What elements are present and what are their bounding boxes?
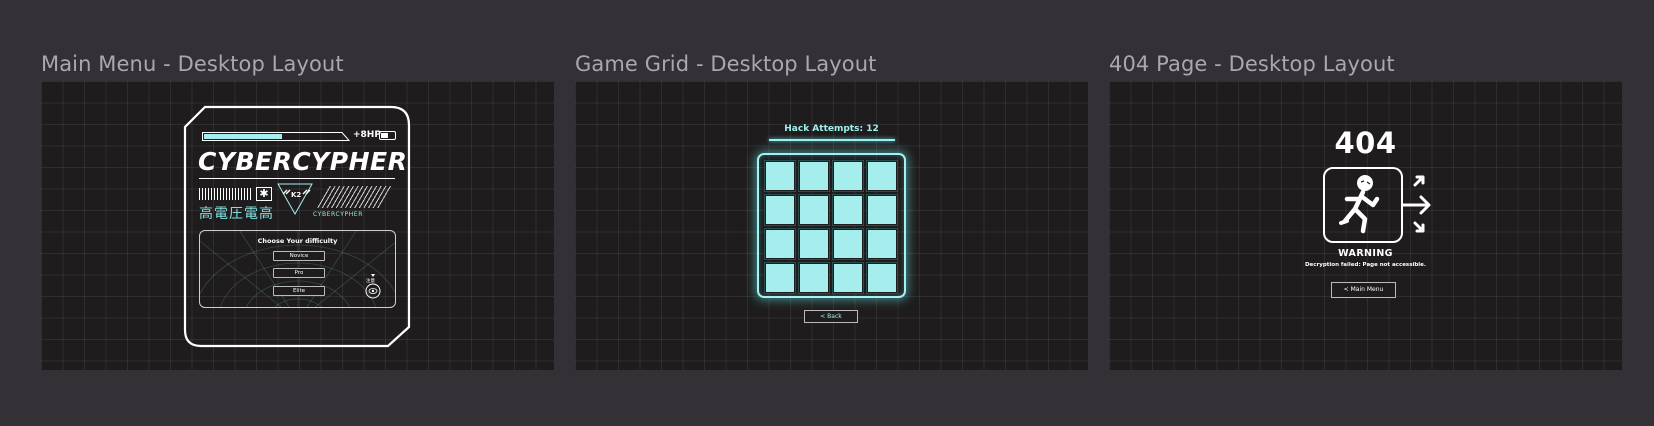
card-border: [183, 105, 411, 348]
barcode-graphic: [199, 188, 251, 200]
grid-tile[interactable]: [799, 195, 829, 225]
hp-label: +8HP: [353, 130, 381, 140]
kanji-text: 高電圧電高: [199, 206, 274, 222]
battery-icon: [379, 131, 396, 140]
error-message: Decryption failed: Page not accessible.: [1304, 262, 1427, 268]
grid-tile[interactable]: [799, 229, 829, 259]
back-button[interactable]: < Back: [804, 310, 858, 323]
diagonal-stripes-graphic: [316, 186, 392, 208]
error-404-frame: 404 WARNING Decryption failed: Page not …: [1109, 81, 1622, 370]
hack-attempts-label: Hack Attempts: 12: [784, 124, 879, 134]
error-code: 404: [1334, 126, 1397, 160]
frame-title-main-menu: Main Menu - Desktop Layout: [41, 52, 344, 76]
novice-button[interactable]: Novice: [273, 251, 325, 261]
eye-widget: 注意: [363, 273, 383, 299]
grid-tile[interactable]: [833, 263, 863, 293]
exit-sign-icon: [1323, 167, 1403, 243]
grid-tile[interactable]: [765, 195, 795, 225]
grid-tile[interactable]: [867, 229, 897, 259]
grid-tile[interactable]: [799, 263, 829, 293]
grid-tile[interactable]: [867, 195, 897, 225]
hack-underline: [769, 139, 895, 141]
warning-triangle-icon: [277, 183, 313, 215]
asterisk-icon: ✱: [256, 187, 272, 201]
warning-title: WARNING: [1338, 248, 1393, 259]
designation-label: CYBERCYPHER: [313, 211, 363, 218]
running-man-icon: [1339, 175, 1380, 234]
frame-title-404: 404 Page - Desktop Layout: [1109, 52, 1395, 76]
pro-button[interactable]: Pro: [273, 268, 325, 278]
grid-tile[interactable]: [833, 195, 863, 225]
grid-tile[interactable]: [867, 263, 897, 293]
grid-tile[interactable]: [833, 229, 863, 259]
grid-tile[interactable]: [765, 161, 795, 191]
difficulty-title: Choose Your difficulty: [257, 237, 338, 245]
frame-title-game-grid: Game Grid - Desktop Layout: [575, 52, 877, 76]
game-logo: CYBERCYPHER: [198, 147, 408, 176]
grid-tile[interactable]: [833, 161, 863, 191]
grid-tile[interactable]: [765, 263, 795, 293]
exit-arrows-icon: [1401, 175, 1431, 233]
grid-tile[interactable]: [765, 229, 795, 259]
k2-label: K2: [291, 191, 302, 199]
main-menu-button[interactable]: < Main Menu: [1331, 282, 1396, 298]
logo-divider: [199, 178, 395, 179]
main-menu-frame: +8HP CYBERCYPHER ✱ 高電圧電高 K2 CYBERCYPHER: [41, 81, 554, 370]
hack-grid: [757, 153, 906, 298]
eye-icon: [365, 274, 381, 299]
grid-tile[interactable]: [799, 161, 829, 191]
difficulty-panel: Choose Your difficulty Novice Pro Elite …: [199, 230, 396, 308]
elite-button[interactable]: Elite: [273, 286, 325, 296]
game-grid-frame: Hack Attempts: 12 < Back: [575, 81, 1088, 370]
grid-tile[interactable]: [867, 161, 897, 191]
health-bar: [202, 132, 350, 141]
eye-kanji: 注意: [366, 279, 375, 284]
